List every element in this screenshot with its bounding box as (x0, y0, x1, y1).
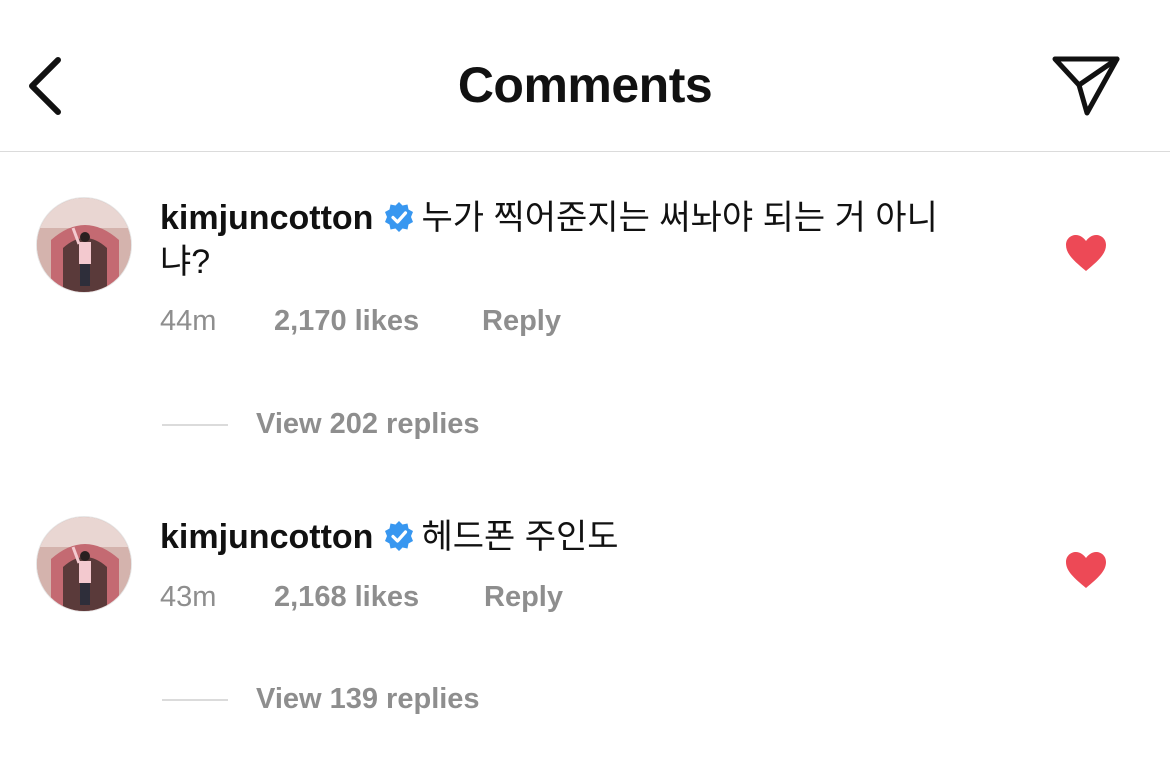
view-replies-label: View 139 replies (256, 683, 480, 715)
reply-button[interactable]: Reply (482, 305, 561, 338)
avatar-image (37, 198, 131, 292)
comment-username[interactable]: kimjuncotton (160, 199, 373, 237)
comment-likes[interactable]: 2,168 likes (274, 581, 484, 614)
view-replies-button[interactable]: View 202 replies (162, 408, 480, 441)
view-replies-button[interactable]: View 139 replies (162, 683, 480, 716)
avatar[interactable] (36, 516, 132, 612)
comment-time: 44m (160, 305, 217, 337)
heart-icon (1066, 552, 1106, 588)
reply-button[interactable]: Reply (484, 581, 563, 614)
comment-meta: 43m 2,168 likes Reply (160, 581, 563, 614)
verified-badge-icon (385, 202, 414, 232)
comment-text-block: kimjuncotton 누가 찍어준지는 써놔야 되는 거 아니냐? (160, 196, 980, 284)
verified-badge-icon (385, 521, 414, 551)
avatar[interactable] (36, 197, 132, 293)
comment-likes[interactable]: 2,170 likes (274, 305, 482, 338)
heart-icon (1066, 235, 1106, 271)
comment-username[interactable]: kimjuncotton (160, 518, 373, 556)
divider-line (162, 423, 228, 426)
page-title: Comments (457, 57, 713, 113)
view-replies-label: View 202 replies (256, 408, 480, 440)
comment-meta: 44m 2,170 likes Reply (160, 305, 561, 338)
share-button[interactable] (1046, 50, 1126, 122)
comment-time: 43m (160, 581, 217, 613)
comment-text-block: kimjuncotton 헤드폰 주인도 (160, 515, 980, 559)
like-button[interactable] (1064, 233, 1108, 273)
like-button[interactable] (1064, 550, 1108, 590)
header-bar: Comments (0, 0, 1170, 152)
avatar-image (37, 517, 131, 611)
comment-text: 헤드폰 주인도 (421, 518, 619, 556)
paper-plane-icon (1052, 56, 1120, 116)
divider-line (162, 698, 228, 701)
